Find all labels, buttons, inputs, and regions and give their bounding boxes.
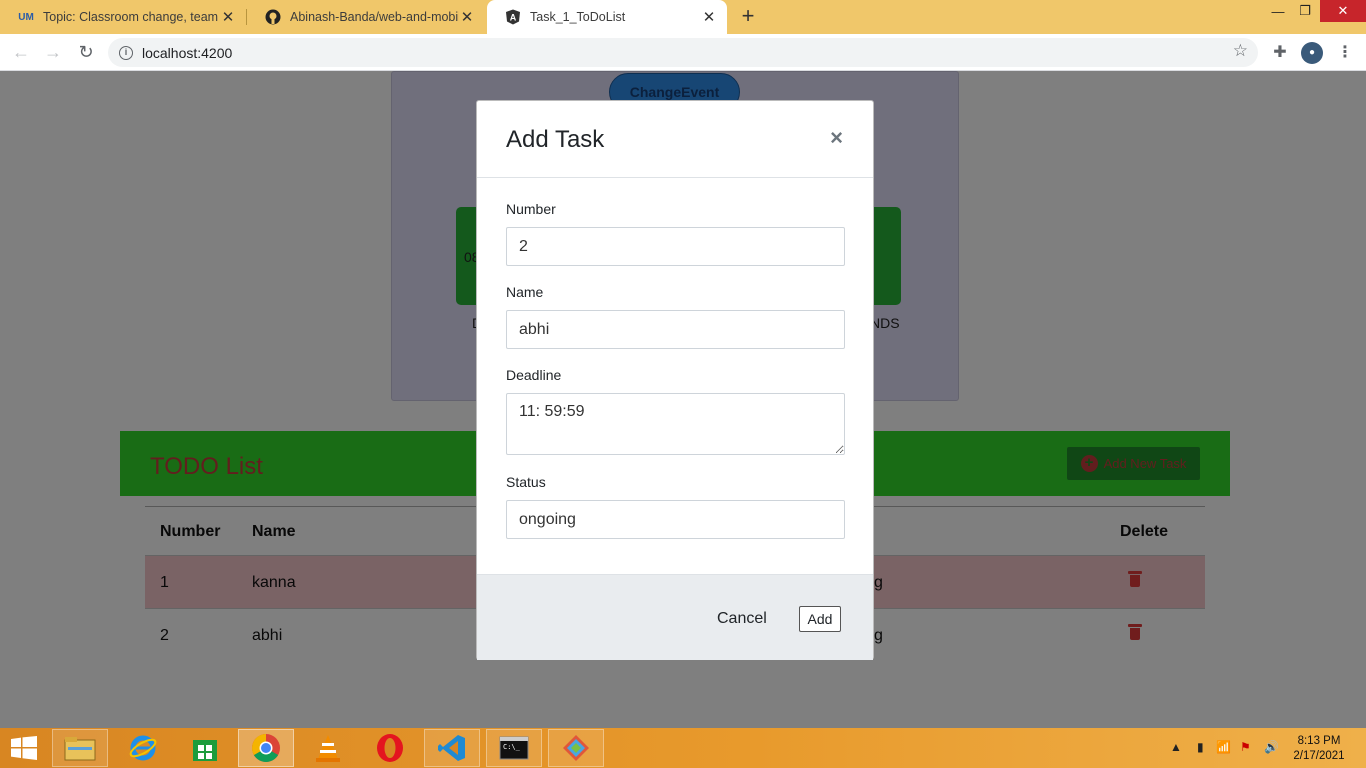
show-hidden-icons-arrow-icon[interactable]: ▲	[1170, 740, 1182, 754]
taskbar-internet-explorer[interactable]	[115, 729, 171, 767]
tab-todolist[interactable]: A Task_1_ToDoList ✕	[487, 0, 727, 34]
reload-button[interactable]: ↻	[74, 40, 98, 64]
back-button[interactable]: ←	[9, 40, 33, 64]
tab-classroom-topic[interactable]: UM Topic: Classroom change, team in ✕	[0, 0, 246, 34]
terminal-icon: C:\_	[499, 736, 529, 760]
taskbar-file-explorer[interactable]	[52, 729, 108, 767]
taskbar-chrome[interactable]	[238, 729, 294, 767]
tab-strip: UM Topic: Classroom change, team in ✕ Ab…	[0, 0, 1366, 34]
deadline-field[interactable]: 11: 59:59	[506, 393, 845, 455]
restore-button[interactable]: ❐	[1292, 0, 1318, 22]
tab-title: Abinash-Banda/web-and-mobile	[290, 10, 459, 24]
profile-avatar[interactable]: ●	[1301, 42, 1323, 64]
address-bar[interactable]: i localhost:4200 ☆	[108, 38, 1258, 67]
forward-button[interactable]: →	[41, 40, 65, 64]
cancel-button[interactable]: Cancel	[717, 610, 767, 628]
opera-icon	[377, 734, 403, 762]
volume-icon[interactable]: 🔊	[1264, 740, 1279, 754]
number-field[interactable]	[506, 227, 845, 266]
tab-title: Task_1_ToDoList	[530, 10, 626, 24]
internet-explorer-icon	[129, 735, 157, 761]
site-info-icon[interactable]: i	[119, 45, 133, 60]
svg-text:C:\_: C:\_	[503, 743, 521, 751]
add-button[interactable]: Add	[799, 606, 841, 632]
vscode-icon	[438, 735, 465, 761]
name-field[interactable]	[506, 310, 845, 349]
status-field[interactable]	[506, 500, 845, 539]
add-task-modal: Add Task × Number Name Deadline 11: 59:5…	[476, 100, 874, 660]
taskbar-vlc[interactable]	[300, 729, 356, 767]
taskbar-vscode[interactable]	[424, 729, 480, 767]
close-tab-icon[interactable]: ✕	[459, 8, 475, 26]
close-tab-icon[interactable]: ✕	[701, 8, 717, 26]
new-tab-button[interactable]: +	[737, 5, 759, 29]
modal-footer: Cancel Add	[477, 574, 873, 660]
browser-toolbar: ← → ↻ i localhost:4200 ☆ ✚ ● ⋮	[0, 34, 1366, 71]
close-tab-icon[interactable]: ✕	[220, 8, 236, 26]
tab-github-repo[interactable]: Abinash-Banda/web-and-mobile ✕	[247, 0, 485, 34]
taskbar-git[interactable]	[548, 729, 604, 767]
tab-title: Topic: Classroom change, team in	[43, 10, 220, 24]
store-icon	[193, 740, 217, 761]
folder-icon	[64, 737, 96, 761]
minimize-button[interactable]: —	[1264, 0, 1292, 22]
svg-text:A: A	[510, 13, 517, 23]
umkc-logo-icon: UM	[18, 11, 34, 23]
vlc-cone-icon	[316, 735, 340, 762]
taskbar-clock[interactable]: 8:13 PM 2/17/2021	[1286, 734, 1352, 764]
windows-taskbar: C:\_ ▲ ▮ 📶 ⚑ 🔊 8:13 PM 2/17/2021	[0, 728, 1366, 768]
clock-date: 2/17/2021	[1293, 750, 1345, 762]
git-icon	[563, 735, 589, 761]
menu-kebab-icon[interactable]: ⋮	[1334, 42, 1356, 64]
clock-time: 8:13 PM	[1297, 735, 1341, 747]
extensions-puzzle-icon[interactable]: ✚	[1269, 42, 1291, 64]
chrome-icon	[252, 734, 280, 762]
action-center-flag-icon[interactable]: ⚑	[1240, 740, 1251, 754]
close-icon[interactable]: ×	[830, 125, 843, 151]
number-label: Number	[506, 201, 556, 217]
taskbar-opera[interactable]	[362, 729, 418, 767]
deadline-label: Deadline	[506, 367, 562, 383]
name-label: Name	[506, 284, 544, 300]
address-url[interactable]: localhost:4200	[142, 45, 232, 61]
network-signal-icon[interactable]: 📶	[1216, 740, 1231, 754]
taskbar-command-prompt[interactable]: C:\_	[486, 729, 542, 767]
modal-title: Add Task	[506, 126, 605, 153]
angular-icon: A	[505, 9, 521, 25]
status-label: Status	[506, 474, 546, 490]
start-button[interactable]	[0, 729, 48, 767]
battery-icon[interactable]: ▮	[1197, 740, 1204, 754]
github-icon	[265, 9, 281, 25]
modal-header: Add Task ×	[477, 101, 873, 178]
windows-logo-icon	[11, 736, 37, 760]
bookmark-star-icon[interactable]: ☆	[1233, 41, 1248, 61]
taskbar-store[interactable]	[177, 729, 233, 767]
close-window-button[interactable]: ✕	[1320, 0, 1366, 22]
